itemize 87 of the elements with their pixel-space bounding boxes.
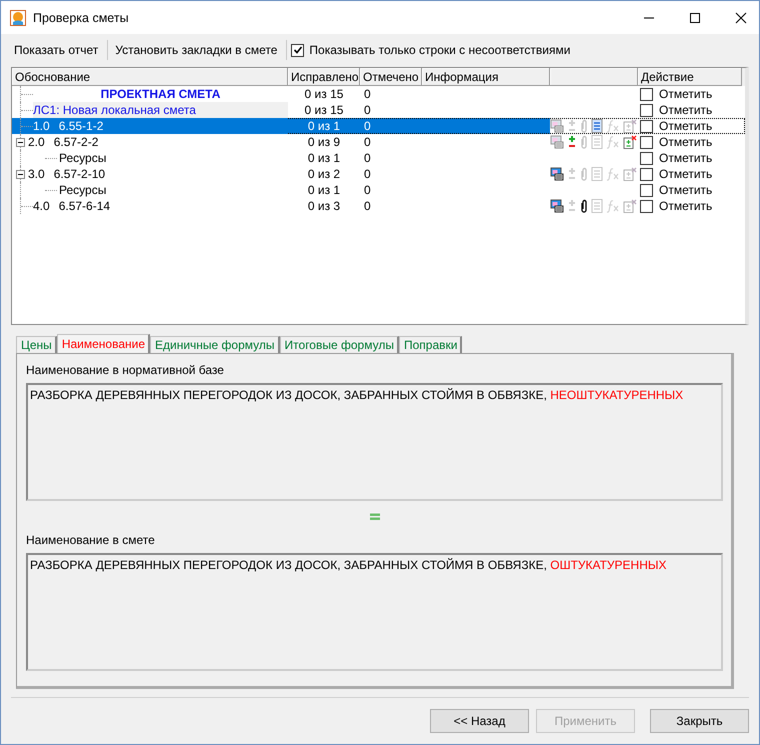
table-cell: 0 [364, 103, 371, 117]
table-row[interactable]: Ресурсы 0 из 1 0 Отметить [12, 182, 745, 198]
tab[interactable]: Поправки [398, 336, 462, 353]
collapse-icon[interactable] [16, 138, 25, 146]
table-cell: 0 из 2 [308, 167, 340, 181]
tree-item-label: Ресурсы [59, 182, 106, 198]
equals-icon [370, 513, 380, 521]
table-cell: 0 из 15 [304, 103, 344, 117]
item-number: 3.0 [28, 166, 45, 182]
table-row[interactable]: 2.0 6.57-2-2 0 из 9 0 Отметить [12, 134, 745, 150]
column-header[interactable]: Информация [422, 68, 550, 86]
toolbar-button[interactable]: Установить закладки в смете [112, 40, 282, 60]
table-row[interactable]: ЛС1: Новая локальная смета 0 из 15 0 Отметить [12, 102, 745, 118]
mark-checkbox[interactable] [640, 152, 653, 164]
clipboard-icon[interactable] [623, 199, 637, 213]
item-code: 6.57-2-2 [54, 134, 98, 150]
table-row[interactable]: 1.0 6.55-1-2 0 из 1 0 Отметить [12, 118, 745, 134]
column-header[interactable]: Действие [638, 68, 742, 86]
table-cell: 0 из 3 [308, 199, 340, 213]
mark-checkbox[interactable] [640, 184, 653, 196]
table-cell: 0 [364, 167, 371, 181]
table-cell: 0 из 1 [308, 183, 340, 197]
item-code: 6.57-6-14 [58, 198, 110, 214]
tab[interactable]: Итоговые формулы [280, 336, 399, 353]
tab[interactable]: Наименование [56, 334, 150, 353]
item-number: 1.0 [33, 118, 50, 134]
field-label: Наименование в смете [26, 533, 156, 547]
filter-checkbox[interactable] [291, 44, 304, 56]
table-cell: 0 [364, 87, 371, 101]
column-header[interactable]: Обоснование [12, 68, 288, 86]
mark-label: Отметить [659, 102, 712, 118]
table-row[interactable]: 3.0 6.57-2-10 0 из 2 0 Отметить [12, 166, 745, 182]
table-row[interactable]: Ресурсы 0 из 1 0 Отметить [12, 150, 745, 166]
clipboard-icon[interactable] [623, 119, 637, 133]
window-title: Проверка сметы [33, 10, 129, 24]
table-cell: 0 из 9 [308, 135, 340, 149]
mark-checkbox[interactable] [640, 136, 653, 148]
mark-label: Отметить [659, 198, 712, 214]
table-cell: 0 из 15 [304, 87, 344, 101]
mark-checkbox[interactable] [640, 104, 653, 116]
form-icon[interactable] [550, 199, 564, 213]
dialog-button[interactable]: << Назад [430, 709, 529, 733]
toolbar-button[interactable]: Показать отчет [11, 40, 104, 60]
mark-label: Отметить [659, 182, 712, 198]
collapse-icon[interactable] [16, 170, 25, 178]
mark-label: Отметить [659, 134, 712, 150]
item-number: 4.0 [33, 198, 50, 214]
mark-label: Отметить [659, 166, 712, 182]
table-cell: 0 [364, 135, 371, 149]
filter-label: Показывать только строки с несоответствиями [309, 43, 570, 57]
plus-minus-icon[interactable] [567, 135, 577, 149]
column-header[interactable]: Исправлено [288, 68, 360, 86]
mark-checkbox[interactable] [640, 200, 653, 212]
mark-checkbox[interactable] [640, 120, 653, 132]
tree-item-label: Ресурсы [59, 150, 106, 166]
mark-label: Отметить [659, 118, 712, 134]
table-cell: 0 [364, 119, 371, 133]
tab[interactable]: Цены [16, 336, 57, 353]
close-icon[interactable] [735, 12, 747, 24]
column-header[interactable]: Отмечено [360, 68, 422, 86]
paperclip-icon[interactable] [580, 199, 588, 213]
form-icon[interactable] [550, 167, 564, 181]
field-label: Наименование в нормативной базе [26, 363, 225, 377]
document-icon[interactable] [591, 119, 603, 133]
table-cell: 0 [364, 183, 371, 197]
clipboard-icon[interactable] [623, 135, 637, 149]
item-number: 2.0 [28, 134, 45, 150]
table-cell: 0 из 1 [308, 119, 340, 133]
clipboard-icon[interactable] [623, 167, 637, 181]
tree-item-label: ЛС1: Новая локальная смета [33, 102, 288, 118]
table-row[interactable]: 4.0 6.57-6-14 0 из 3 0 Отметить [12, 198, 745, 214]
mark-label: Отметить [659, 150, 712, 166]
table-cell: 0 из 1 [308, 151, 340, 165]
mark-label: Отметить [659, 86, 712, 102]
tab[interactable]: Единичные формулы [150, 336, 280, 353]
maximize-icon[interactable] [689, 12, 701, 24]
mark-checkbox[interactable] [640, 168, 653, 180]
mark-checkbox[interactable] [640, 88, 653, 100]
name-text-box[interactable]: РАЗБОРКА ДЕРЕВЯННЫХ ПЕРЕГОРОДОК ИЗ ДОСОК, ЗАБРАННЫХ СТОЙМЯ В ОБВЯЗКЕ, НЕОШТУКАТУРЕННЫХ [26, 383, 723, 501]
tree-item-label: ПРОЕКТНАЯ СМЕТА [100, 86, 222, 102]
table-cell: 0 [364, 199, 371, 213]
name-text-box[interactable]: РАЗБОРКА ДЕРЕВЯННЫХ ПЕРЕГОРОДОК ИЗ ДОСОК, ЗАБРАННЫХ СТОЙМЯ В ОБВЯЗКЕ, ОШТУКАТУРЕННЫХ [26, 553, 723, 671]
item-code: 6.55-1-2 [58, 118, 104, 134]
app-logo-icon [10, 10, 26, 26]
table-cell: 0 [364, 151, 371, 165]
item-code: 6.57-2-10 [54, 166, 106, 182]
dialog-button[interactable]: Закрыть [650, 709, 749, 733]
